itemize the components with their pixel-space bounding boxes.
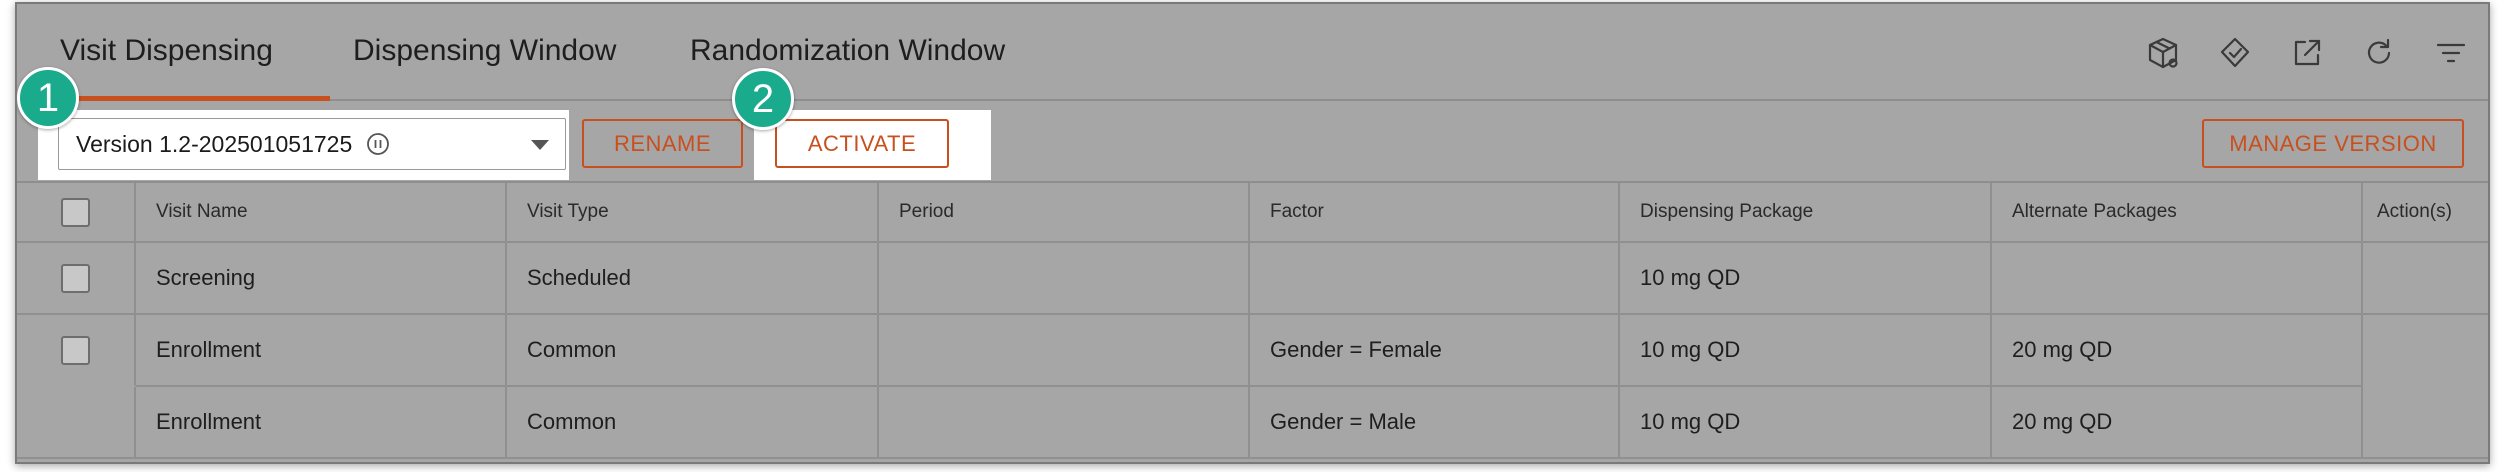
tab-visit-dispensing[interactable]: Visit Dispensing <box>60 34 273 68</box>
tab-bar: Visit Dispensing Dispensing Window Rando… <box>17 4 2488 101</box>
row-select-cell <box>17 243 136 313</box>
period-cell <box>879 315 1250 385</box>
row-checkbox[interactable] <box>61 335 90 365</box>
alternate-packages-cell: 20 mg QD <box>1992 387 2363 457</box>
version-select-value: Version 1.2-202501051725 <box>76 130 353 157</box>
column-header-actions: Action(s) <box>2377 201 2452 222</box>
dispensing-package-cell: 10 mg QD <box>1620 243 1992 313</box>
row-checkbox[interactable] <box>61 263 90 293</box>
column-header-visit-name[interactable]: Visit Name <box>136 183 507 241</box>
factor-cell: Gender = Male <box>1250 387 1620 457</box>
dispensing-package-cell: 10 mg QD <box>1620 387 1992 457</box>
pause-icon <box>366 132 390 156</box>
actions-cell <box>2363 243 2488 313</box>
visit-name-cell: Enrollment <box>136 315 507 385</box>
alternate-packages-cell <box>1992 243 2363 313</box>
alternate-packages-cell: 20 mg QD <box>1992 315 2363 385</box>
version-select[interactable]: Version 1.2-202501051725 <box>58 118 566 170</box>
tag-icon[interactable] <box>2216 34 2254 72</box>
row-select-cell <box>17 315 136 387</box>
visit-dispensing-panel: Visit Dispensing Dispensing Window Rando… <box>15 2 2490 464</box>
period-cell <box>879 387 1250 457</box>
column-header-period[interactable]: Period <box>879 183 1250 241</box>
actions-cell <box>2363 315 2488 387</box>
tab-randomization-window[interactable]: Randomization Window <box>690 34 1005 68</box>
factor-cell <box>1250 243 1620 313</box>
visit-name-cell: Enrollment <box>136 387 507 457</box>
visit-type-cell: Common <box>507 315 879 385</box>
column-header-visit-type[interactable]: Visit Type <box>507 183 879 241</box>
table-row[interactable]: Enrollment Common Gender = Female 10 mg … <box>17 315 2488 387</box>
callout-badge-2: 2 <box>732 68 794 130</box>
column-header-alternate-packages[interactable]: Alternate Packages <box>1992 183 2363 241</box>
column-header-dispensing-package[interactable]: Dispensing Package <box>1620 183 1992 241</box>
factor-cell: Gender = Female <box>1250 315 1620 385</box>
actions-cell <box>2363 387 2488 457</box>
visit-name-cell: Screening <box>136 243 507 313</box>
table-header-row: Visit Name Visit Type Period Factor Disp… <box>17 183 2488 243</box>
chevron-down-icon[interactable] <box>531 140 549 150</box>
callout-badge-1: 1 <box>17 67 79 129</box>
filter-icon[interactable] <box>2432 34 2470 72</box>
tab-dispensing-window[interactable]: Dispensing Window <box>353 34 616 68</box>
refresh-icon[interactable] <box>2360 34 2398 72</box>
table-row[interactable]: Screening Scheduled 10 mg QD <box>17 243 2488 315</box>
toolbar-icons <box>2144 34 2470 72</box>
table-row[interactable]: Enrollment Common Gender = Male 10 mg QD… <box>17 387 2488 459</box>
visit-table: Visit Name Visit Type Period Factor Disp… <box>17 183 2488 459</box>
manage-version-button[interactable]: MANAGE VERSION <box>2202 119 2464 168</box>
visit-type-cell: Common <box>507 387 879 457</box>
package-icon[interactable] <box>2144 34 2182 72</box>
column-header-factor[interactable]: Factor <box>1250 183 1620 241</box>
period-cell <box>879 243 1250 313</box>
version-controls: Version 1.2-202501051725 RENAME ACTIVATE… <box>17 101 2488 183</box>
row-select-cell <box>17 387 136 457</box>
visit-type-cell: Scheduled <box>507 243 879 313</box>
select-all-checkbox[interactable] <box>61 197 90 227</box>
select-all-cell <box>17 183 136 241</box>
rename-button[interactable]: RENAME <box>582 119 743 168</box>
activate-button[interactable]: ACTIVATE <box>775 119 949 168</box>
open-external-icon[interactable] <box>2288 34 2326 72</box>
dispensing-package-cell: 10 mg QD <box>1620 315 1992 385</box>
